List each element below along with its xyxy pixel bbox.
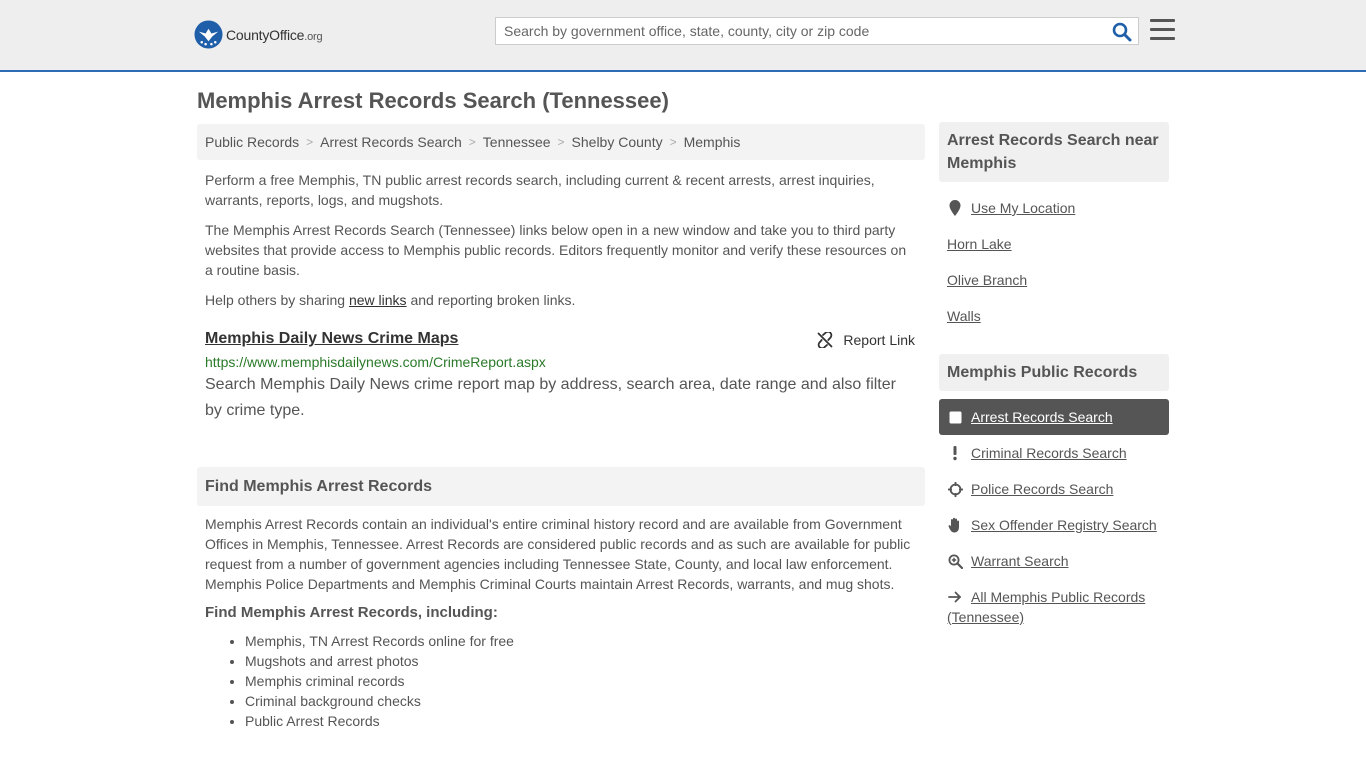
list-item: Memphis, TN Arrest Records online for fr… [245, 631, 925, 651]
resource-title-link[interactable]: Memphis Daily News Crime Maps [205, 330, 458, 347]
report-link-button[interactable]: Report Link [817, 332, 915, 348]
share-links-paragraph: Help others by sharing new links and rep… [205, 292, 576, 308]
public-records-heading: Memphis Public Records [939, 354, 1169, 391]
breadcrumb-separator-icon: > [557, 135, 565, 149]
resource-url: https://www.memphisdailynews.com/CrimeRe… [205, 354, 546, 370]
breadcrumb: Public Records > Arrest Records Search >… [197, 124, 925, 160]
list-item: Memphis criminal records [245, 671, 925, 691]
nearby-item-olive-branch[interactable]: Olive Branch [939, 262, 1169, 298]
report-link-label: Report Link [843, 332, 915, 348]
find-records-list: Memphis, TN Arrest Records online for fr… [197, 631, 925, 731]
disclaimer-paragraph: The Memphis Arrest Records Search (Tenne… [205, 222, 907, 278]
main-content: Public Records > Arrest Records Search >… [197, 124, 925, 731]
sidebar: Arrest Records Search near Memphis Use M… [939, 122, 1169, 627]
breadcrumb-tennessee[interactable]: Tennessee [483, 134, 551, 150]
breadcrumb-arrest-records-search[interactable]: Arrest Records Search [320, 134, 462, 150]
hand-stop-icon [947, 517, 963, 533]
breadcrumb-separator-icon: > [669, 135, 677, 149]
map-pin-icon [947, 200, 963, 216]
nearby-item-horn-lake[interactable]: Horn Lake [939, 226, 1169, 262]
breadcrumb-separator-icon: > [306, 135, 314, 149]
nearby-list: Use My Location Horn Lake Olive Branch W… [939, 190, 1169, 334]
find-records-subheading: Find Memphis Arrest Records, including: [205, 604, 498, 621]
use-my-location-item[interactable]: Use My Location [939, 190, 1169, 226]
crosshair-icon [947, 481, 963, 497]
site-search [495, 17, 1139, 45]
sidebar-item-criminal-records-search[interactable]: Criminal Records Search [939, 435, 1169, 471]
find-records-heading: Find Memphis Arrest Records [197, 467, 925, 506]
sidebar-link[interactable]: Warrant Search [971, 553, 1069, 569]
public-records-list: Arrest Records Search Criminal Records S… [939, 399, 1169, 627]
logo-eagle-icon [194, 20, 223, 49]
broken-link-icon [818, 332, 833, 348]
square-icon [947, 409, 963, 425]
sidebar-link[interactable]: Sex Offender Registry Search [971, 517, 1157, 533]
use-my-location-link[interactable]: Use My Location [971, 200, 1075, 216]
sidebar-item-all-public-records[interactable]: All Memphis Public Records (Tennessee) [939, 579, 1169, 627]
breadcrumb-public-records[interactable]: Public Records [205, 134, 299, 150]
find-records-paragraph: Memphis Arrest Records contain an indivi… [205, 516, 911, 592]
breadcrumb-memphis[interactable]: Memphis [684, 134, 741, 150]
arrow-right-icon [947, 589, 963, 605]
nearby-item-walls[interactable]: Walls [939, 298, 1169, 334]
sidebar-link[interactable]: Arrest Records Search [971, 409, 1113, 425]
exclamation-icon [947, 445, 963, 461]
nearby-link[interactable]: Olive Branch [947, 272, 1027, 288]
sidebar-item-arrest-records-search[interactable]: Arrest Records Search [939, 399, 1169, 435]
site-logo[interactable]: CountyOffice.org [194, 20, 323, 49]
nearby-link[interactable]: Horn Lake [947, 236, 1012, 252]
new-links-link[interactable]: new links [349, 292, 407, 308]
list-item: Criminal background checks [245, 691, 925, 711]
sidebar-link[interactable]: Police Records Search [971, 481, 1113, 497]
top-header-bar: CountyOffice.org [0, 0, 1366, 72]
intro-paragraph: Perform a free Memphis, TN public arrest… [205, 172, 875, 208]
search-icon[interactable] [1112, 22, 1132, 42]
breadcrumb-separator-icon: > [468, 135, 476, 149]
sidebar-item-sex-offender-registry-search[interactable]: Sex Offender Registry Search [939, 507, 1169, 543]
logo-text: CountyOffice.org [226, 26, 323, 43]
sidebar-link[interactable]: Criminal Records Search [971, 445, 1127, 461]
sidebar-link[interactable]: All Memphis Public Records (Tennessee) [947, 589, 1145, 625]
nearby-link[interactable]: Walls [947, 308, 981, 324]
nearby-heading: Arrest Records Search near Memphis [939, 122, 1169, 182]
list-item: Mugshots and arrest photos [245, 651, 925, 671]
hamburger-menu-icon[interactable] [1150, 19, 1175, 42]
resource-description: Search Memphis Daily News crime report m… [205, 376, 896, 419]
resource-link-entry: Memphis Daily News Crime Maps Report Lin… [205, 330, 917, 424]
breadcrumb-shelby-county[interactable]: Shelby County [572, 134, 663, 150]
list-item: Public Arrest Records [245, 711, 925, 731]
page-title: Memphis Arrest Records Search (Tennessee… [197, 88, 669, 113]
sidebar-item-warrant-search[interactable]: Warrant Search [939, 543, 1169, 579]
sidebar-item-police-records-search[interactable]: Police Records Search [939, 471, 1169, 507]
magnifier-plus-icon [947, 553, 963, 569]
search-input[interactable] [496, 18, 1096, 44]
